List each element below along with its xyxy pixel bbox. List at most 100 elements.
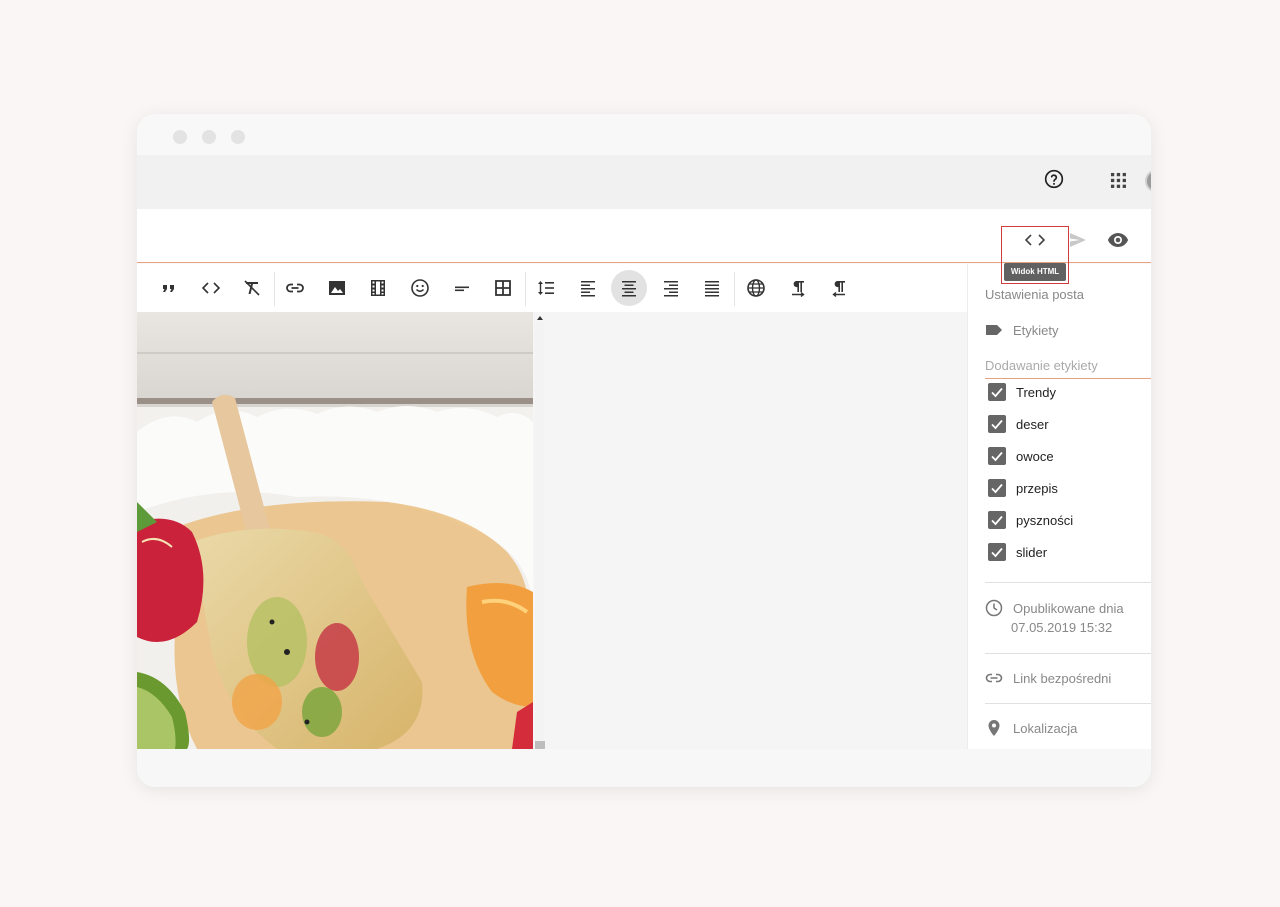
avatar[interactable] (1145, 170, 1151, 192)
publish-icon[interactable] (1069, 232, 1087, 248)
translate-button[interactable] (738, 270, 774, 306)
apps-grid-icon[interactable] (1110, 172, 1127, 189)
browser-window: Widok HTML Ustawienia posta Etykiety Dod… (137, 114, 1151, 787)
tag-item[interactable]: pyszności (988, 511, 1073, 529)
help-icon[interactable] (1044, 169, 1064, 189)
check-icon (991, 515, 1003, 526)
location-pin-icon (988, 720, 1000, 736)
justify-button[interactable] (694, 270, 730, 306)
tag-label: przepis (1016, 480, 1058, 496)
label-icon (986, 325, 1002, 335)
video-button[interactable] (360, 270, 396, 306)
check-icon (991, 547, 1003, 558)
scroll-up-arrow[interactable] (537, 316, 543, 320)
tag-item[interactable]: slider (988, 543, 1047, 561)
window-controls (173, 130, 245, 144)
tag-item[interactable]: deser (988, 415, 1049, 433)
divider (985, 703, 1151, 704)
post-settings-sidebar: Ustawienia posta Etykiety Dodawanie etyk… (967, 264, 1151, 749)
tag-item[interactable]: przepis (988, 479, 1058, 497)
checkbox[interactable] (988, 543, 1006, 561)
code-button[interactable] (193, 270, 229, 306)
formatting-toolbar (137, 264, 967, 312)
link-icon (286, 283, 304, 293)
window-footer (137, 749, 1151, 787)
ltr-button[interactable] (780, 270, 816, 306)
checkbox[interactable] (988, 511, 1006, 529)
table-icon (495, 280, 511, 296)
image-icon (329, 281, 345, 295)
ltr-icon (792, 281, 805, 298)
checkbox[interactable] (988, 383, 1006, 401)
published-date: 07.05.2019 15:32 (1011, 620, 1113, 635)
image-button[interactable] (319, 270, 355, 306)
rtl-button[interactable] (821, 270, 857, 306)
labels-section-header[interactable]: Etykiety (985, 321, 1059, 339)
read-more-button[interactable] (444, 270, 480, 306)
line-spacing-button[interactable] (528, 270, 564, 306)
check-icon (991, 483, 1003, 494)
code-icon (1024, 234, 1046, 246)
clock-icon (985, 599, 1003, 617)
window-dot-maximize[interactable] (231, 130, 245, 144)
clear-formatting-icon (244, 280, 260, 296)
labels-heading: Etykiety (1013, 322, 1059, 338)
permalink-label: Link bezpośredni (1013, 670, 1112, 686)
tag-item[interactable]: owoce (988, 447, 1054, 465)
align-right-button[interactable] (653, 270, 689, 306)
quote-icon (163, 285, 174, 292)
table-button[interactable] (485, 270, 521, 306)
line-spacing-icon (538, 281, 554, 295)
app-header (137, 155, 1151, 209)
editor-area[interactable] (137, 312, 967, 749)
align-center-button[interactable] (611, 270, 647, 306)
published-label: Opublikowane dnia (1013, 600, 1124, 616)
location-label: Lokalizacja (1013, 720, 1078, 736)
toolbar-separator (274, 272, 275, 306)
published-section[interactable]: Opublikowane dnia (985, 599, 1124, 617)
scrollbar[interactable] (535, 322, 544, 749)
window-dot-close[interactable] (173, 130, 187, 144)
align-right-icon (664, 281, 678, 297)
window-dot-minimize[interactable] (202, 130, 216, 144)
tag-label: pyszności (1016, 512, 1074, 528)
post-title-bar: Widok HTML (137, 209, 1151, 284)
checkbox[interactable] (988, 479, 1006, 497)
permalink-section[interactable]: Link bezpośredni (985, 669, 1111, 687)
tag-item[interactable]: Trendy (988, 383, 1056, 401)
emoji-icon (411, 279, 429, 297)
read-more-icon (455, 286, 469, 292)
toolbar-separator (525, 272, 526, 306)
sidebar-title: Ustawienia posta (985, 287, 1084, 302)
preview-eye-icon[interactable] (1107, 232, 1129, 248)
checkbox[interactable] (988, 447, 1006, 465)
align-left-button[interactable] (570, 270, 606, 306)
check-icon (991, 387, 1003, 398)
checkbox[interactable] (988, 415, 1006, 433)
check-icon (991, 419, 1003, 430)
emoji-button[interactable] (402, 270, 438, 306)
tag-label: owoce (1016, 448, 1054, 464)
tag-label: slider (1016, 544, 1048, 560)
html-view-tooltip: Widok HTML (1004, 263, 1066, 281)
check-icon (991, 451, 1003, 462)
post-image[interactable] (137, 312, 533, 749)
tag-label: Trendy (1016, 384, 1056, 400)
html-view-button[interactable]: Widok HTML (1001, 226, 1069, 284)
translate-icon (747, 279, 765, 297)
add-label-input[interactable]: Dodawanie etykiety (985, 355, 1151, 379)
link-button[interactable] (277, 270, 313, 306)
code-icon (201, 282, 221, 294)
align-center-icon (622, 281, 636, 297)
justify-icon (705, 281, 719, 297)
divider (985, 582, 1151, 583)
tag-label: deser (1016, 416, 1049, 432)
resize-handle[interactable] (535, 741, 545, 749)
link-icon (985, 673, 1003, 683)
align-left-icon (581, 281, 595, 297)
toolbar-separator (734, 272, 735, 306)
location-section[interactable]: Lokalizacja (985, 719, 1077, 737)
quote-button[interactable] (151, 270, 187, 306)
divider (985, 653, 1151, 654)
clear-formatting-button[interactable] (234, 270, 270, 306)
